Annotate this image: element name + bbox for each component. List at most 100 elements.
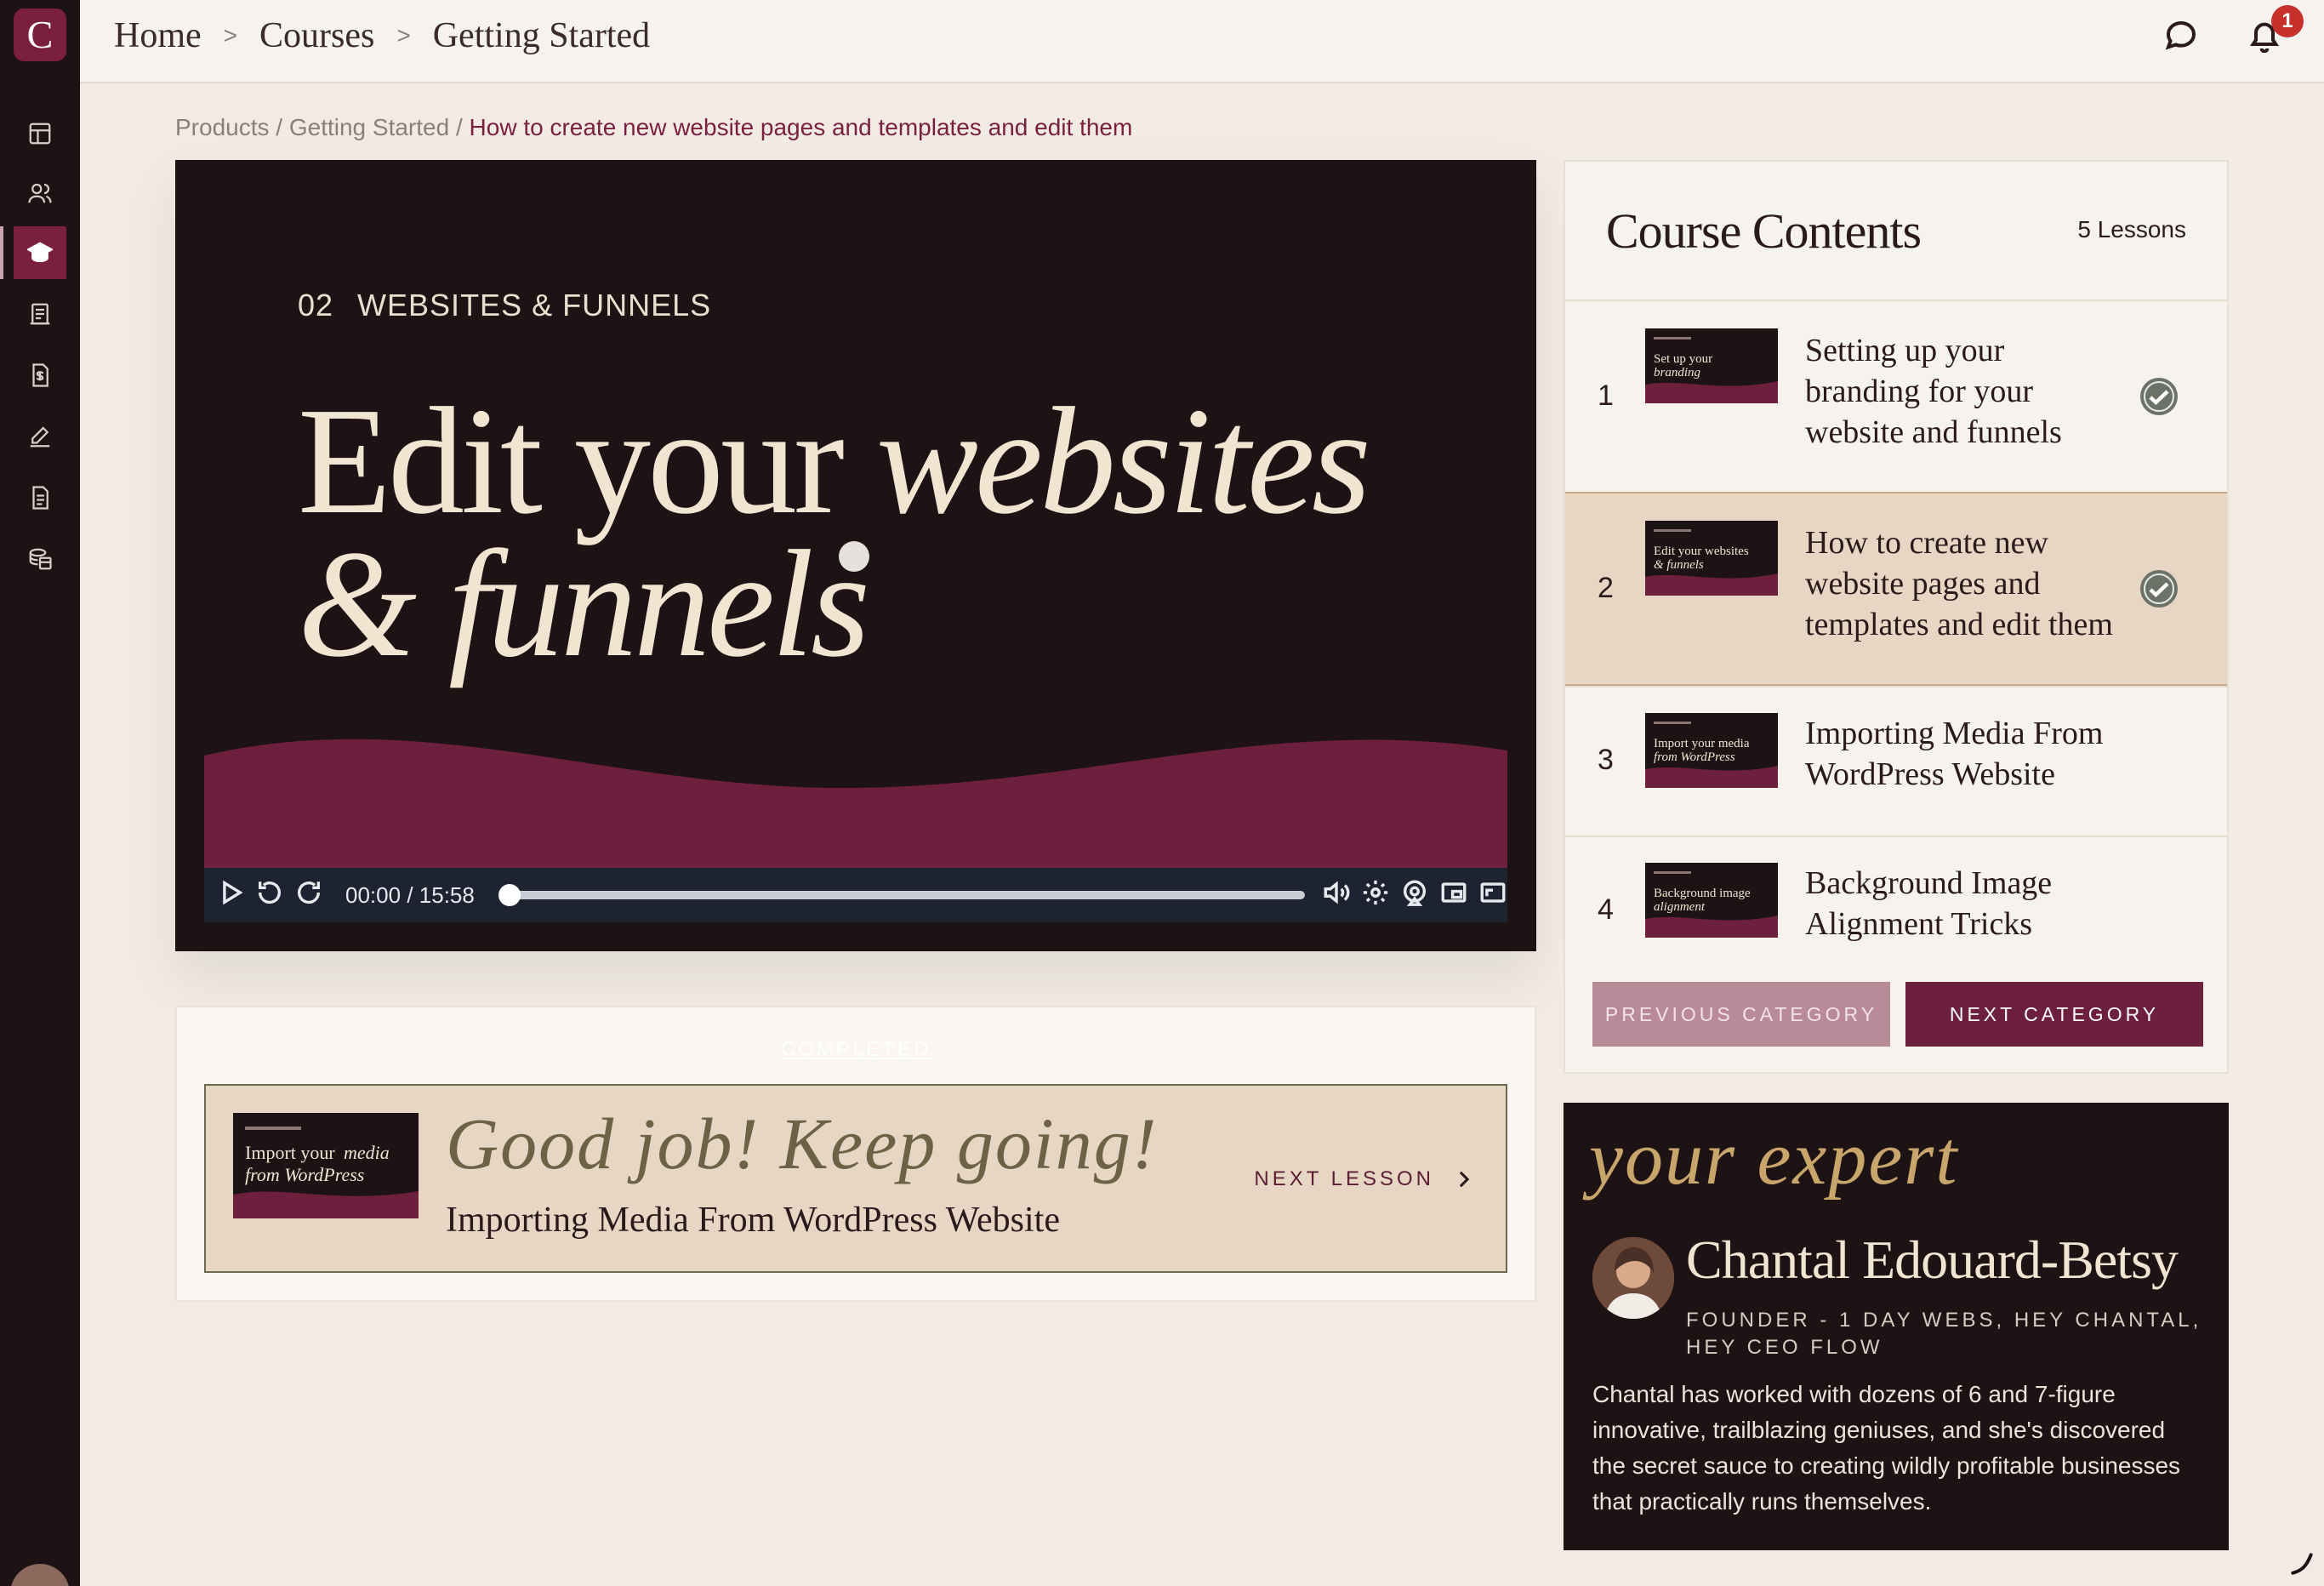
- expert-role: FOUNDER - 1 DAY WEBS, HEY CHANTAL, HEY C…: [1686, 1309, 2202, 1359]
- top-breadcrumb: Home > Courses > Getting Started: [114, 15, 650, 56]
- thumb-text-b: media: [344, 1142, 390, 1163]
- user-avatar[interactable]: [10, 1564, 70, 1586]
- video-player[interactable]: 02 WEBSITES & FUNNELS Edit your websites…: [175, 160, 1536, 951]
- forward-icon[interactable]: [294, 878, 323, 913]
- lesson-number: 2: [1598, 572, 1614, 604]
- lesson-breadcrumb: Products / Getting Started / How to crea…: [175, 114, 1132, 141]
- lesson-item[interactable]: 1 Set up your branding Setting up your b…: [1565, 300, 2227, 492]
- lesson-thumb-text-b: branding: [1654, 366, 1701, 379]
- video-section-label: 02 WEBSITES & FUNNELS: [298, 288, 711, 323]
- courses-icon[interactable]: [0, 226, 66, 279]
- documents-icon[interactable]: [14, 471, 66, 524]
- course-contents-panel: Course Contents 5 Lessons 1 Set up your …: [1564, 160, 2229, 1074]
- duration: 15:58: [419, 881, 475, 908]
- title-italic: websites: [875, 376, 1371, 545]
- next-lesson-thumbnail: Import your media from WordPress: [233, 1113, 419, 1218]
- title-line2: & funnels: [298, 519, 870, 688]
- video-wave: [204, 739, 1507, 888]
- lesson-number: 1: [1598, 379, 1614, 412]
- time-separator: /: [407, 881, 413, 908]
- invoices-icon[interactable]: [14, 349, 66, 402]
- lesson-thumbnail: Set up your branding: [1645, 328, 1778, 403]
- check-circle-icon: [2140, 570, 2178, 608]
- chevron-right-icon: [1459, 1171, 1470, 1188]
- section-name: WEBSITES & FUNNELS: [357, 288, 712, 322]
- dashboard-icon[interactable]: [14, 107, 66, 160]
- time-display: 00:00 / 15:58: [345, 882, 475, 909]
- course-contents-title: Course Contents: [1606, 203, 1922, 259]
- rewind-icon[interactable]: [255, 878, 284, 913]
- lesson-thumbnail: Background image alignment: [1645, 863, 1778, 938]
- path-products[interactable]: Products: [175, 114, 270, 140]
- path-current: How to create new website pages and temp…: [469, 114, 1133, 140]
- cursor-dot: [839, 541, 869, 572]
- lesson-thumbnail: Edit your websites & funnels: [1645, 521, 1778, 596]
- video-controls: 00:00 / 15:58: [204, 868, 1507, 922]
- payments-icon[interactable]: [14, 533, 66, 585]
- encouragement-message: Good job! Keep going!: [446, 1103, 1159, 1184]
- lesson-thumb-text-a: Background image: [1654, 887, 1751, 900]
- lesson-thumb-text-a: Set up your: [1654, 352, 1712, 366]
- lesson-thumb-text-a: Edit your websites: [1654, 545, 1749, 558]
- lesson-item-active[interactable]: 2 Edit your websites & funnels How to cr…: [1565, 492, 2227, 686]
- expert-avatar: [1592, 1237, 1674, 1319]
- lesson-thumbnail: Import your media from WordPress: [1645, 713, 1778, 788]
- crumb-getting-started[interactable]: Getting Started: [433, 15, 650, 56]
- next-lesson-label: NEXT LESSON: [1254, 1167, 1434, 1190]
- volume-icon[interactable]: [1322, 878, 1351, 913]
- lesson-thumb-text-a: Import your media: [1654, 737, 1750, 750]
- lesson-number: 4: [1598, 893, 1614, 926]
- current-time: 00:00: [345, 881, 402, 908]
- lesson-completion-card: COMPLETED Import your media from WordPre…: [175, 1006, 1536, 1302]
- chat-icon[interactable]: [2164, 19, 2210, 65]
- previous-category-button[interactable]: PREVIOUS CATEGORY: [1592, 982, 1890, 1047]
- resize-handle-icon[interactable]: [2288, 1550, 2315, 1577]
- expert-card: your expert Chantal Edouard-Betsy FOUNDE…: [1564, 1103, 2229, 1550]
- section-number: 02: [298, 288, 334, 322]
- completed-label[interactable]: COMPLETED: [177, 1038, 1535, 1062]
- crumb-separator: >: [396, 22, 411, 48]
- video-progress-bar[interactable]: [498, 884, 1305, 906]
- crumb-separator: >: [223, 22, 238, 48]
- expert-script-heading: your expert: [1589, 1116, 1959, 1201]
- lesson-title: Importing Media From WordPress Website: [1805, 716, 2104, 792]
- lesson-title: How to create new website pages and temp…: [1805, 525, 2113, 642]
- check-circle-icon: [2140, 378, 2178, 415]
- next-lesson-button[interactable]: NEXT LESSON: [1254, 1167, 1472, 1191]
- lesson-thumb-text-b: alignment: [1654, 900, 1706, 914]
- next-category-button[interactable]: NEXT CATEGORY: [1905, 982, 2203, 1047]
- lesson-thumb-text-b: & funnels: [1654, 558, 1704, 572]
- top-bar: Home > Courses > Getting Started 1: [80, 0, 2324, 83]
- next-lesson-box[interactable]: Import your media from WordPress Good jo…: [204, 1084, 1507, 1273]
- thumb-text-c: from WordPress: [245, 1164, 364, 1185]
- lesson-number: 3: [1598, 744, 1614, 776]
- progress-knob[interactable]: [498, 884, 521, 906]
- expert-bio: Chantal has worked with dozens of 6 and …: [1592, 1381, 2181, 1515]
- lesson-item[interactable]: 4 Background image alignment Background …: [1565, 836, 2227, 955]
- pip-icon[interactable]: [1439, 878, 1468, 913]
- video-title: Edit your websites & funnels: [298, 385, 1371, 681]
- next-lesson-title: Importing Media From WordPress Website: [446, 1201, 1060, 1240]
- path-separator: /: [269, 114, 289, 140]
- contacts-icon[interactable]: [14, 167, 66, 220]
- settings-icon[interactable]: [1361, 878, 1390, 913]
- bell-icon[interactable]: 1: [2247, 5, 2304, 65]
- crumb-courses[interactable]: Courses: [259, 15, 374, 56]
- path-getting-started[interactable]: Getting Started: [289, 114, 449, 140]
- lesson-title: Setting up your branding for your websit…: [1805, 333, 2062, 450]
- airplay-icon[interactable]: [1400, 878, 1429, 913]
- lesson-thumb-text-b: from WordPress: [1654, 750, 1735, 764]
- app-logo[interactable]: C: [14, 9, 66, 61]
- fullscreen-icon[interactable]: [1478, 878, 1507, 913]
- expert-name: Chantal Edouard-Betsy: [1686, 1229, 2179, 1290]
- crumb-home[interactable]: Home: [114, 15, 202, 56]
- lesson-item[interactable]: 3 Import your media from WordPress Impor…: [1565, 686, 2227, 836]
- play-icon[interactable]: [216, 878, 245, 913]
- notification-badge: 1: [2271, 5, 2304, 37]
- thumb-text-a: Import your: [245, 1142, 335, 1163]
- sidebar: C: [0, 0, 80, 1586]
- path-separator: /: [449, 114, 470, 140]
- products-icon[interactable]: [14, 288, 66, 340]
- lesson-title: Background Image Alignment Tricks: [1805, 865, 2053, 942]
- signatures-icon[interactable]: [14, 410, 66, 463]
